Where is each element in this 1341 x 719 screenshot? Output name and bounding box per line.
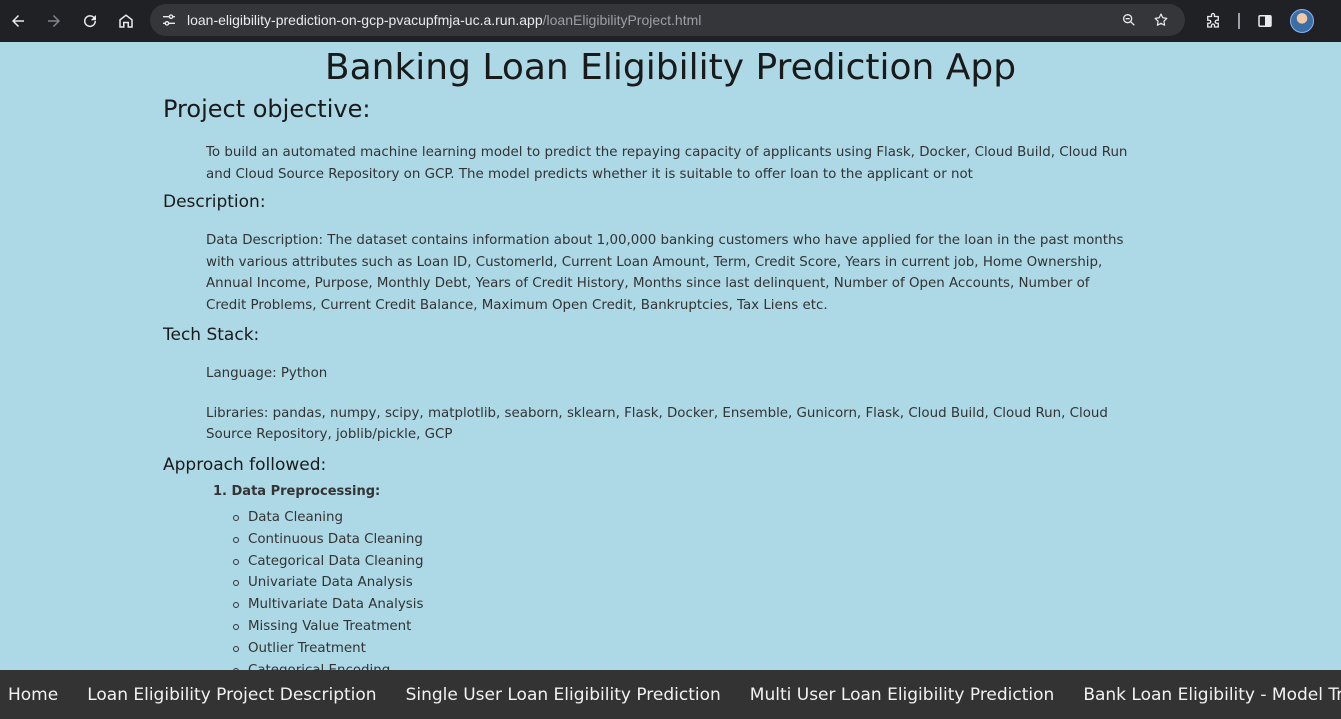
forward-button[interactable] (36, 3, 72, 39)
objective-text: To build an automated machine learning m… (206, 145, 1128, 182)
profile-avatar[interactable] (1290, 9, 1314, 33)
description-section: Description: Data Description: The datas… (163, 191, 1133, 317)
approach-heading: Approach followed: (163, 455, 327, 475)
list-item: Continuous Data Cleaning (233, 529, 1133, 551)
nav-multi-user-prediction-link[interactable]: Multi User Loan Eligibility Prediction (750, 685, 1055, 705)
list-item: Multivariate Data Analysis (233, 594, 1133, 616)
list-item: Outlier Treatment (233, 638, 1133, 660)
description-text: Data Description: The dataset contains i… (206, 233, 1124, 314)
list-item: Categorical Encoding (233, 660, 1133, 670)
list-item: Missing Value Treatment (233, 616, 1133, 638)
nav-home-link[interactable]: Home (8, 685, 58, 705)
url-text[interactable]: loan-eligibility-prediction-on-gcp-pvacu… (187, 12, 701, 28)
toolbar-separator (1238, 13, 1240, 29)
tech-stack-section: Tech Stack: Language: Python Libraries: … (163, 324, 1133, 446)
page-content: Banking Loan Eligibility Prediction App … (0, 42, 1341, 670)
tech-stack-heading: Tech Stack: (163, 325, 260, 345)
arrow-right-icon (48, 15, 60, 27)
bookmark-star-icon[interactable] (1145, 9, 1177, 31)
objective-section: Project objective: To build an automated… (163, 94, 1133, 185)
address-bar[interactable]: loan-eligibility-prediction-on-gcp-pvacu… (150, 4, 1185, 36)
objective-heading: Project objective: (163, 95, 371, 123)
list-item: Data Cleaning (233, 507, 1133, 529)
tech-language-text: Language: Python (206, 366, 328, 381)
side-panel-icon (1258, 15, 1272, 27)
bottom-navbar: Home Loan Eligibility Project Descriptio… (0, 670, 1341, 719)
home-icon (119, 14, 133, 28)
nav-project-description-link[interactable]: Loan Eligibility Project Description (87, 685, 376, 705)
description-heading: Description: (163, 192, 266, 212)
url-path: /loanEligibilityProject.html (542, 12, 702, 28)
nav-model-training-link[interactable]: Bank Loan Eligibility - Model Training (1083, 685, 1341, 705)
arrow-left-icon (12, 15, 24, 27)
preprocessing-list: Data Cleaning Continuous Data Cleaning C… (163, 507, 1133, 670)
home-button[interactable] (108, 3, 144, 39)
browser-toolbar: loan-eligibility-prediction-on-gcp-pvacu… (0, 0, 1341, 42)
step-data-preprocessing: 1. Data Preprocessing: (213, 484, 381, 499)
tech-libraries-text: Libraries: pandas, numpy, scipy, matplot… (206, 405, 1108, 443)
side-panel-button[interactable] (1248, 3, 1282, 39)
reload-icon (84, 15, 97, 28)
approach-section: Approach followed: 1. Data Preprocessing… (163, 454, 1133, 670)
back-button[interactable] (0, 3, 36, 39)
list-item: Univariate Data Analysis (233, 572, 1133, 594)
nav-single-user-prediction-link[interactable]: Single User Loan Eligibility Prediction (406, 685, 721, 705)
extensions-button[interactable] (1196, 3, 1230, 39)
puzzle-icon (1207, 12, 1219, 28)
site-settings-icon[interactable] (158, 9, 180, 31)
list-item: Categorical Data Cleaning (233, 551, 1133, 573)
zoom-icon[interactable] (1113, 9, 1145, 31)
url-host: loan-eligibility-prediction-on-gcp-pvacu… (187, 12, 543, 28)
reload-button[interactable] (72, 3, 108, 39)
page-title: Banking Loan Eligibility Prediction App (324, 47, 1017, 88)
